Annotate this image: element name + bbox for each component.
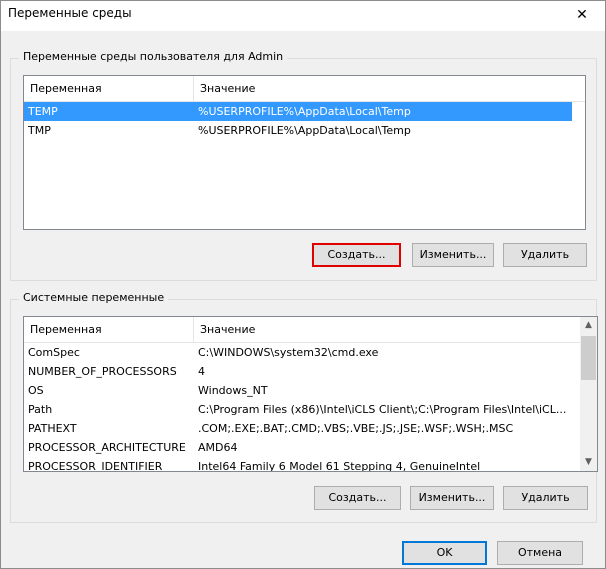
- user-new-button[interactable]: Создать...: [312, 243, 401, 267]
- scrollbar-thumb[interactable]: [581, 336, 596, 380]
- user-edit-button[interactable]: Изменить...: [412, 243, 494, 267]
- column-header-variable[interactable]: Переменная: [24, 76, 194, 101]
- system-variables-legend: Системные переменные: [19, 291, 169, 304]
- variable-name: TEMP: [28, 105, 58, 118]
- variable-value: %USERPROFILE%\AppData\Local\Temp: [198, 105, 411, 118]
- variable-name: ComSpec: [28, 346, 80, 359]
- variable-value: 4: [198, 365, 205, 378]
- user-list-header: Переменная Значение: [24, 76, 585, 102]
- environment-variables-window: Переменные среды ✕ Переменные среды поль…: [0, 0, 606, 569]
- variable-name: PROCESSOR_ARCHITECTURE: [28, 441, 186, 454]
- system-new-button[interactable]: Создать...: [314, 486, 401, 510]
- system-list-header: Переменная Значение: [24, 317, 580, 343]
- system-variables-group: Системные переменные Переменная Значение…: [10, 291, 598, 523]
- variable-name: NUMBER_OF_PROCESSORS: [28, 365, 177, 378]
- user-variables-list[interactable]: Переменная Значение TEMP %USERPROFILE%\A…: [23, 75, 586, 230]
- table-row[interactable]: PROCESSOR_IDENTIFIER Intel64 Family 6 Mo…: [24, 457, 582, 472]
- user-variables-legend: Переменные среды пользователя для Admin: [19, 50, 288, 63]
- table-row[interactable]: PROCESSOR_ARCHITECTURE AMD64: [24, 438, 582, 457]
- table-row[interactable]: TEMP %USERPROFILE%\AppData\Local\Temp: [24, 102, 572, 121]
- scroll-down-icon[interactable]: ▼: [580, 454, 597, 471]
- table-row[interactable]: TMP %USERPROFILE%\AppData\Local\Temp: [24, 121, 572, 140]
- vertical-scrollbar[interactable]: ▲ ▼: [580, 317, 597, 471]
- variable-name: TMP: [28, 124, 51, 137]
- variable-name: PATHEXT: [28, 422, 77, 435]
- table-row[interactable]: PATHEXT .COM;.EXE;.BAT;.CMD;.VBS;.VBE;.J…: [24, 419, 582, 438]
- variable-value: Intel64 Family 6 Model 61 Stepping 4, Ge…: [198, 460, 481, 472]
- table-row[interactable]: Path C:\Program Files (x86)\Intel\iCLS C…: [24, 400, 582, 419]
- title-bar: Переменные среды ✕: [1, 1, 605, 31]
- variable-value: %USERPROFILE%\AppData\Local\Temp: [198, 124, 411, 137]
- column-header-value[interactable]: Значение: [194, 76, 574, 101]
- system-delete-button[interactable]: Удалить: [503, 486, 588, 510]
- table-row[interactable]: OS Windows_NT: [24, 381, 582, 400]
- column-header-variable[interactable]: Переменная: [24, 317, 194, 342]
- variable-name: PROCESSOR_IDENTIFIER: [28, 460, 163, 472]
- variable-value: C:\Program Files (x86)\Intel\iCLS Client…: [198, 403, 567, 416]
- variable-value: .COM;.EXE;.BAT;.CMD;.VBS;.VBE;.JS;.JSE;.…: [198, 422, 514, 435]
- variable-value: C:\WINDOWS\system32\cmd.exe: [198, 346, 379, 359]
- variable-value: Windows_NT: [198, 384, 268, 397]
- system-edit-button[interactable]: Изменить...: [410, 486, 494, 510]
- user-delete-button[interactable]: Удалить: [503, 243, 587, 267]
- variable-name: OS: [28, 384, 44, 397]
- close-icon[interactable]: ✕: [559, 1, 605, 31]
- scroll-up-icon[interactable]: ▲: [580, 317, 597, 334]
- ok-button[interactable]: OK: [402, 541, 487, 565]
- column-header-value[interactable]: Значение: [194, 317, 574, 342]
- table-row[interactable]: NUMBER_OF_PROCESSORS 4: [24, 362, 582, 381]
- variable-name: Path: [28, 403, 53, 416]
- cancel-button[interactable]: Отмена: [497, 541, 583, 565]
- window-title: Переменные среды: [8, 6, 132, 20]
- system-variables-list[interactable]: Переменная Значение ComSpec C:\WINDOWS\s…: [23, 316, 598, 472]
- user-variables-group: Переменные среды пользователя для Admin …: [10, 50, 597, 281]
- variable-value: AMD64: [198, 441, 238, 454]
- table-row[interactable]: ComSpec C:\WINDOWS\system32\cmd.exe: [24, 343, 582, 362]
